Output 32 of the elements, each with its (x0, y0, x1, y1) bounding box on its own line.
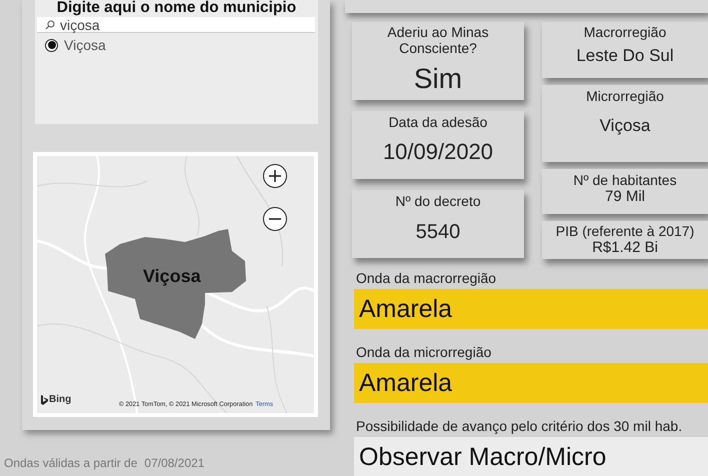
card-value: R$1.42 Bi (592, 239, 658, 256)
card-label: Aderiu ao Minas Consciente? (386, 24, 490, 56)
wave-label: Onda da macrorregião (355, 269, 498, 288)
card-label: Macrorregião (584, 24, 666, 40)
slicer-title: Digite aqui o nome do municipio (56, 0, 298, 16)
wave-value: Amarela (354, 363, 708, 403)
advance-value: Observar Macro/Micro (354, 437, 708, 476)
card-label: Nº de habitantes (573, 172, 677, 188)
wave-value: Amarela (354, 289, 708, 329)
validity-label: Ondas válidas a partir de (4, 456, 138, 470)
advance-label: Possibilidade de avanço pelo critério dos 30 mil hab. (355, 417, 684, 436)
card-value: 79 Mil (604, 188, 645, 205)
card-label: Data da adesão (388, 114, 488, 130)
card-label: Microrregião (586, 88, 664, 104)
card-value: 5540 (416, 221, 460, 243)
map-provider: Bing (49, 394, 72, 405)
search-field[interactable]: viçosa (37, 17, 315, 33)
card-value: 10/09/2020 (382, 140, 494, 164)
card-label: Nº do decreto (395, 193, 481, 209)
card-label: PIB (referente à 2017) (556, 223, 694, 239)
map-label: Viçosa (143, 266, 201, 287)
card-value: Sim (414, 64, 462, 94)
card-value: Viçosa (600, 116, 650, 135)
search-icon (45, 20, 55, 30)
wave-label: Onda da microrregião (355, 343, 492, 362)
minus-icon (269, 218, 281, 220)
plus-icon (269, 170, 281, 182)
radio-option[interactable]: Viçosa (45, 37, 318, 53)
logo-icon (41, 394, 48, 404)
municipality-shape[interactable] (105, 229, 246, 339)
card-value: Leste Do Sul (576, 46, 674, 65)
validity-date: 07/08/2021 (144, 456, 204, 470)
